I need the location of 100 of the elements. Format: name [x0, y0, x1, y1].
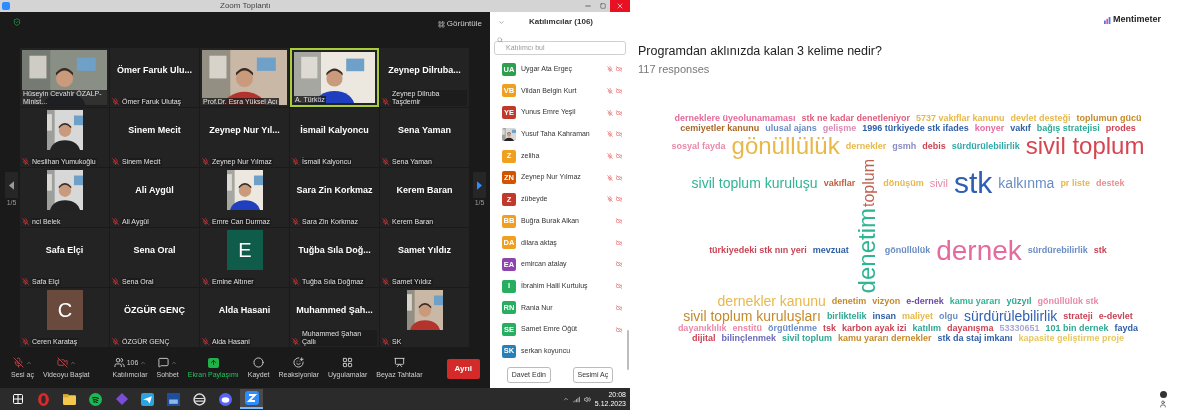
cloud-word: kalkınma	[998, 176, 1055, 191]
chat-icon	[158, 357, 170, 369]
cloud-word: sürdürülebilirlik	[963, 309, 1058, 324]
cloud-word: e-devlet	[1098, 311, 1133, 321]
next-page-button[interactable]	[473, 172, 486, 198]
cloud-word: 5737 vakıflar kanunu	[916, 114, 1005, 124]
video-off-icon	[56, 357, 68, 369]
cloud-word: sürdürebilirlik	[1027, 246, 1088, 256]
participant-name: Ömer Faruk Ulu...	[117, 64, 192, 77]
signal-icon[interactable]	[572, 395, 580, 403]
cloud-word: dernekler kanunu	[717, 294, 826, 309]
cloud-word: kamu yararı	[949, 296, 1001, 306]
grid-icon	[342, 357, 354, 369]
volume-icon[interactable]	[583, 395, 591, 403]
participant-name: Tuğba Sıla Doğ...	[298, 244, 371, 257]
participant-name: Zeynep Dilruba...	[388, 64, 461, 77]
cloud-word: toplum	[861, 159, 878, 208]
mic-off-icon	[13, 357, 24, 369]
cloud-word: gsmh	[892, 141, 917, 151]
avatar: C	[47, 290, 83, 330]
cloud-word: örgütlenme	[767, 324, 817, 334]
cloud-word: türkiyedeki stk nın yeri	[709, 246, 807, 256]
left-arrow-icon	[9, 180, 14, 190]
shield-icon	[13, 18, 21, 26]
cloud-word: vizyon	[872, 296, 901, 306]
cloud-word: debis	[922, 141, 946, 151]
cloud-word: sivil	[929, 177, 948, 189]
avatar: E	[227, 230, 263, 270]
participant-name: Sena Oral	[133, 244, 176, 257]
cloud-word: denetim	[831, 296, 867, 306]
participant-name: Samet Yıldız	[398, 244, 451, 257]
cloud-word: stk ne kadar denetleniyor	[801, 114, 910, 124]
person-icon[interactable]	[1159, 400, 1167, 408]
cloud-word: sürdürülebilirlik	[951, 141, 1020, 151]
cloud-word: stk	[1093, 246, 1107, 256]
cloud-word: mevzuat	[812, 246, 849, 256]
participant-name: Kerem Baran	[396, 184, 453, 197]
cloud-word: konyer	[974, 124, 1005, 134]
close-icon[interactable]	[616, 2, 624, 10]
previous-page-button[interactable]	[5, 172, 18, 198]
cloud-word: vakıflar	[823, 178, 856, 188]
cloud-word: sivil toplum	[781, 334, 832, 344]
cloud-word: birliktelik	[826, 311, 867, 321]
chat-app-icon[interactable]	[219, 392, 232, 406]
participant-name: Zeynep Nur Yıl...	[209, 124, 280, 137]
app-icon[interactable]	[167, 392, 180, 406]
music-app-icon[interactable]	[89, 392, 102, 406]
participant-name: ÖZGÜR GENÇ	[124, 304, 185, 317]
leave-button[interactable]: Ayrıl	[446, 359, 480, 379]
cloud-word: 1996 türkiyede stk ifades	[862, 124, 969, 134]
cloud-word: strateji	[1063, 311, 1093, 321]
cloud-word: sivil toplum	[1025, 134, 1145, 159]
participant-name: Alda Hasani	[218, 304, 271, 317]
cloud-word: pr liste	[1060, 178, 1090, 188]
brand-name: Mentimeter	[1113, 13, 1161, 27]
cloud-word: stk	[954, 168, 993, 199]
cloud-word: yüzyıl	[1006, 296, 1032, 306]
cloud-word: dernekler	[845, 141, 887, 151]
diamond-icon[interactable]	[115, 393, 128, 405]
counter-icon[interactable]	[1159, 391, 1167, 398]
cloud-word: gönüllülük	[731, 134, 840, 159]
paper-plane-icon[interactable]	[141, 392, 154, 406]
browser-icon[interactable]	[37, 392, 50, 406]
scrollbar[interactable]	[627, 330, 629, 370]
record-icon	[253, 357, 265, 369]
smiley-icon	[293, 357, 305, 369]
cloud-word: gönüllülük	[884, 246, 931, 256]
participant-name: Safa Elçi	[45, 244, 84, 257]
cloud-word: kapasite geliştirme proje	[1018, 334, 1125, 344]
cloud-word: stk da staj imkanı	[937, 334, 1013, 344]
start-icon[interactable]	[11, 393, 24, 405]
panel-title: Katılımcılar (106)	[529, 16, 594, 29]
participant-name: Sinem Mecit	[128, 124, 181, 137]
cloud-word: bağış stratejisi	[1036, 124, 1100, 134]
view-button[interactable]: Görüntüle	[437, 18, 482, 30]
cloud-word: gönüllülük stk	[1037, 296, 1099, 306]
participant-name: Ali Aygül	[135, 184, 174, 197]
participant-name: Muhammed Şah...	[296, 304, 373, 317]
search-icon	[497, 37, 503, 44]
cloud-word: maliyet	[901, 311, 933, 321]
cloud-word: dijital	[691, 334, 716, 344]
participant-name: İsmail Kalyoncu	[300, 124, 369, 137]
tray-caret-icon[interactable]	[562, 396, 569, 402]
cloud-word: enstitü	[732, 324, 762, 334]
folder-icon[interactable]	[63, 393, 76, 405]
response-count: 117 responses	[638, 61, 711, 77]
close-button[interactable]	[610, 0, 630, 12]
globe-icon[interactable]	[193, 392, 206, 406]
window-title: Zoom Toplantı	[220, 2, 271, 10]
participant-name: Sena Yaman	[398, 124, 451, 137]
cloud-word: ulusal ajans	[765, 124, 817, 134]
cloud-word: cemiyetler kanunu	[680, 124, 760, 134]
cloud-word: e-dernek	[906, 296, 944, 306]
cloud-word: sivil toplum kuruluşu	[691, 176, 818, 191]
cloud-word: kamu yararı dernekler	[837, 334, 932, 344]
cloud-word: insan	[872, 311, 896, 321]
cloud-word: sosyal fayda	[671, 141, 726, 151]
cloud-word: dönüşüm	[883, 178, 924, 188]
cloud-word: dayanıklılık	[677, 324, 727, 334]
cloud-word: dayanışma	[947, 324, 994, 334]
